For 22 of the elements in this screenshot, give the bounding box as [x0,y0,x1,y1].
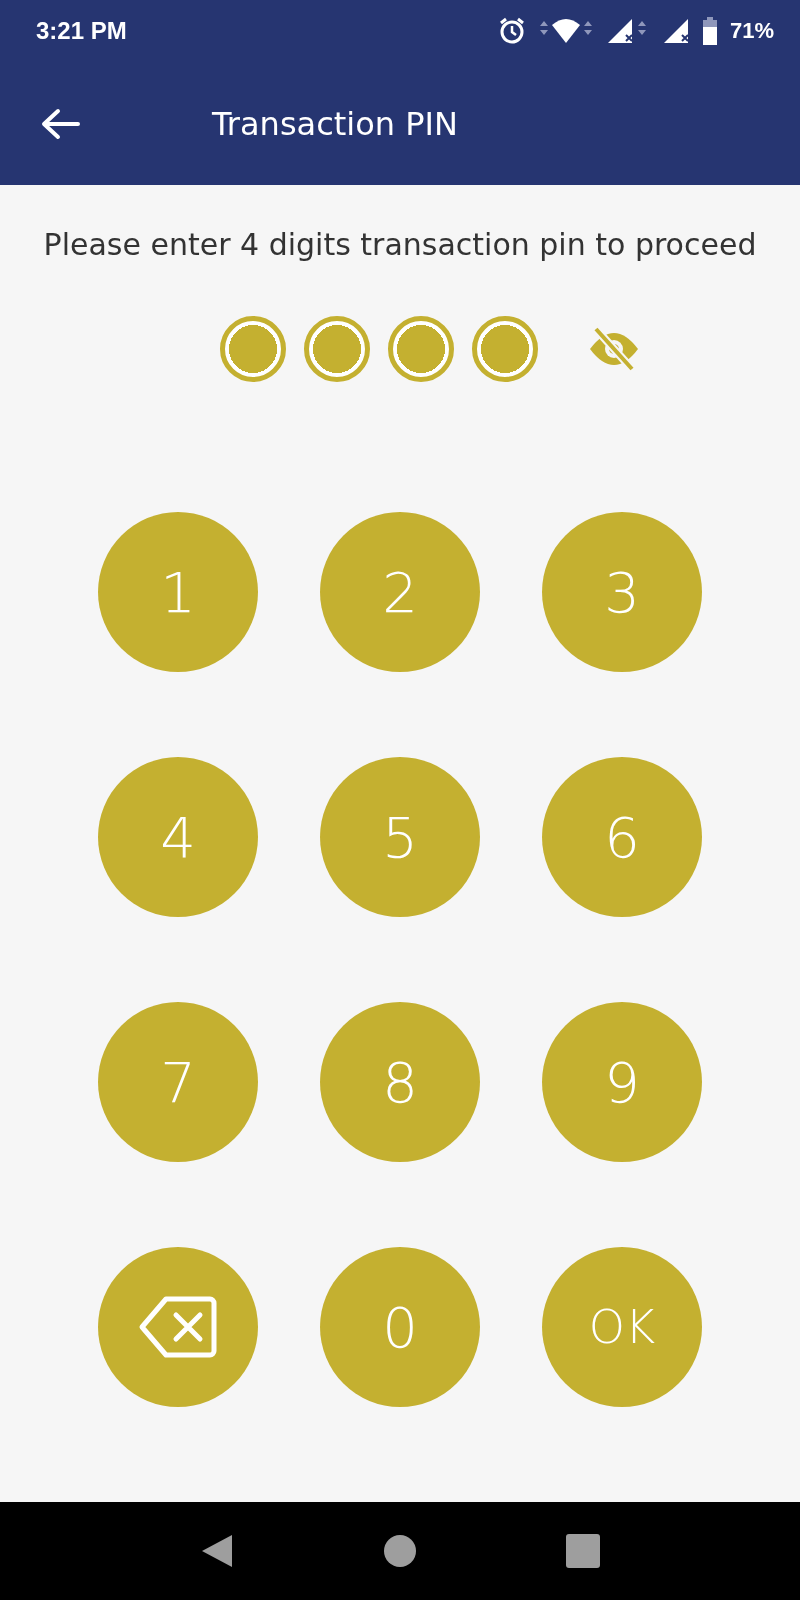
backspace-icon [138,1295,218,1359]
home-nav-icon[interactable] [384,1535,416,1567]
digit-key[interactable]: 2 [320,512,480,672]
back-arrow-icon[interactable] [40,107,80,140]
digit-key[interactable]: 5 [320,757,480,917]
digit-key[interactable]: 3 [542,512,702,672]
instruction-text: Please enter 4 digits transaction pin to proceed [43,226,757,264]
digit-key[interactable]: 9 [542,1002,702,1162]
digit-key[interactable]: 0 [320,1247,480,1407]
status-time: 3:21 PM [36,17,128,45]
digit-key[interactable]: 8 [320,1002,480,1162]
screen-title: Transaction PIN [212,104,458,143]
digit-key[interactable]: 4 [98,757,258,917]
wifi-icon [537,17,594,45]
digit-key[interactable]: 6 [542,757,702,917]
battery-percentage: 71% [729,18,774,44]
back-nav-icon[interactable] [200,1533,234,1569]
battery-icon [701,17,718,45]
digit-key[interactable]: 1 [98,512,258,672]
digit-key[interactable]: 7 [98,1002,258,1162]
ok-key[interactable]: OK [542,1247,702,1407]
alarm-icon [497,17,526,45]
